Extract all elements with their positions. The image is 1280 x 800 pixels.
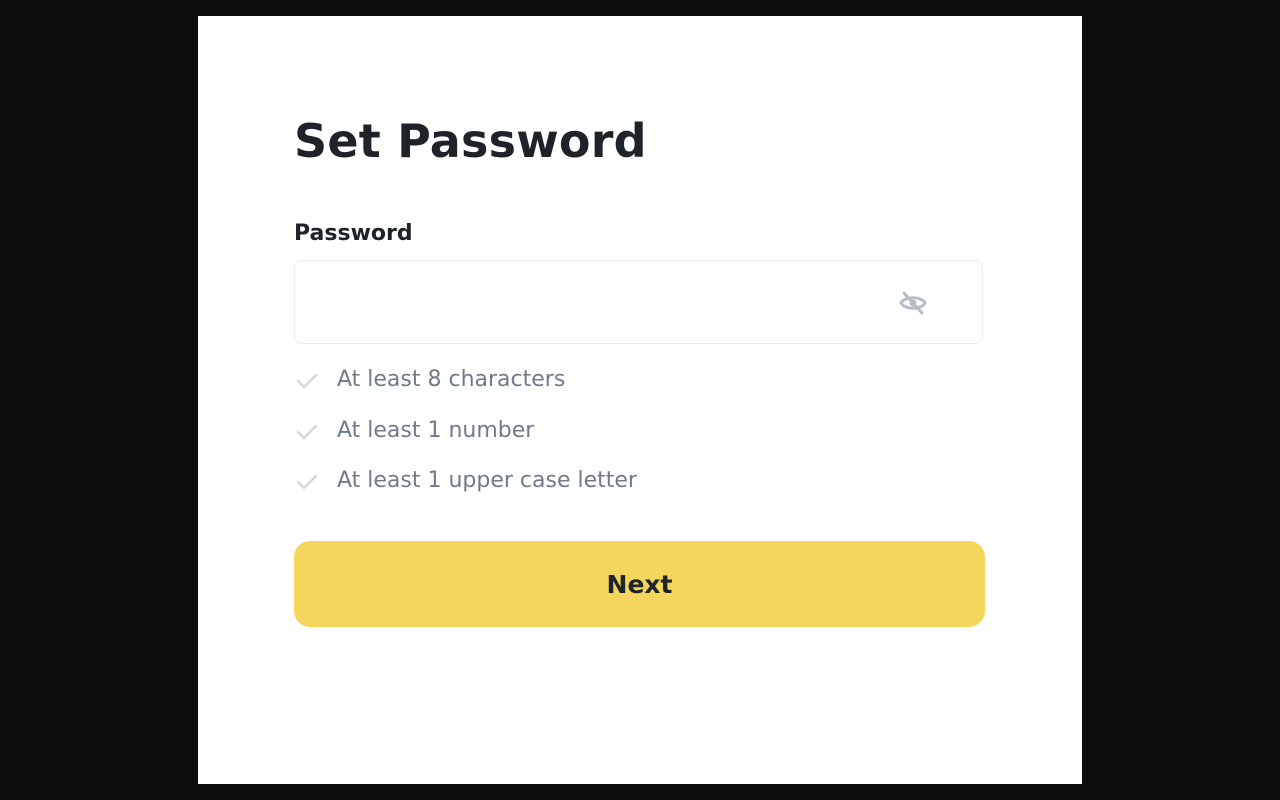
password-rule-item: At least 1 upper case letter (294, 467, 637, 518)
check-icon (294, 469, 320, 495)
set-password-card: Set Password Password At least 8 charact… (198, 16, 1082, 784)
check-icon (294, 368, 320, 394)
check-icon (294, 419, 320, 445)
page-title: Set Password (294, 114, 647, 168)
password-rule-text: At least 1 upper case letter (337, 468, 637, 493)
password-rule-item: At least 8 characters (294, 366, 637, 417)
password-rule-text: At least 1 number (337, 417, 535, 443)
password-input-wrapper[interactable] (294, 260, 983, 345)
password-rule-text: At least 8 characters (337, 367, 566, 392)
eye-slash-icon-svg (899, 291, 927, 315)
password-input[interactable] (311, 261, 875, 345)
password-rule-item: At least 1 number (294, 417, 637, 468)
password-rules-list: At least 8 characters At least 1 number … (294, 366, 637, 518)
password-label: Password (294, 221, 413, 246)
eye-slash-icon[interactable] (895, 289, 931, 317)
next-button[interactable]: Next (294, 541, 985, 627)
